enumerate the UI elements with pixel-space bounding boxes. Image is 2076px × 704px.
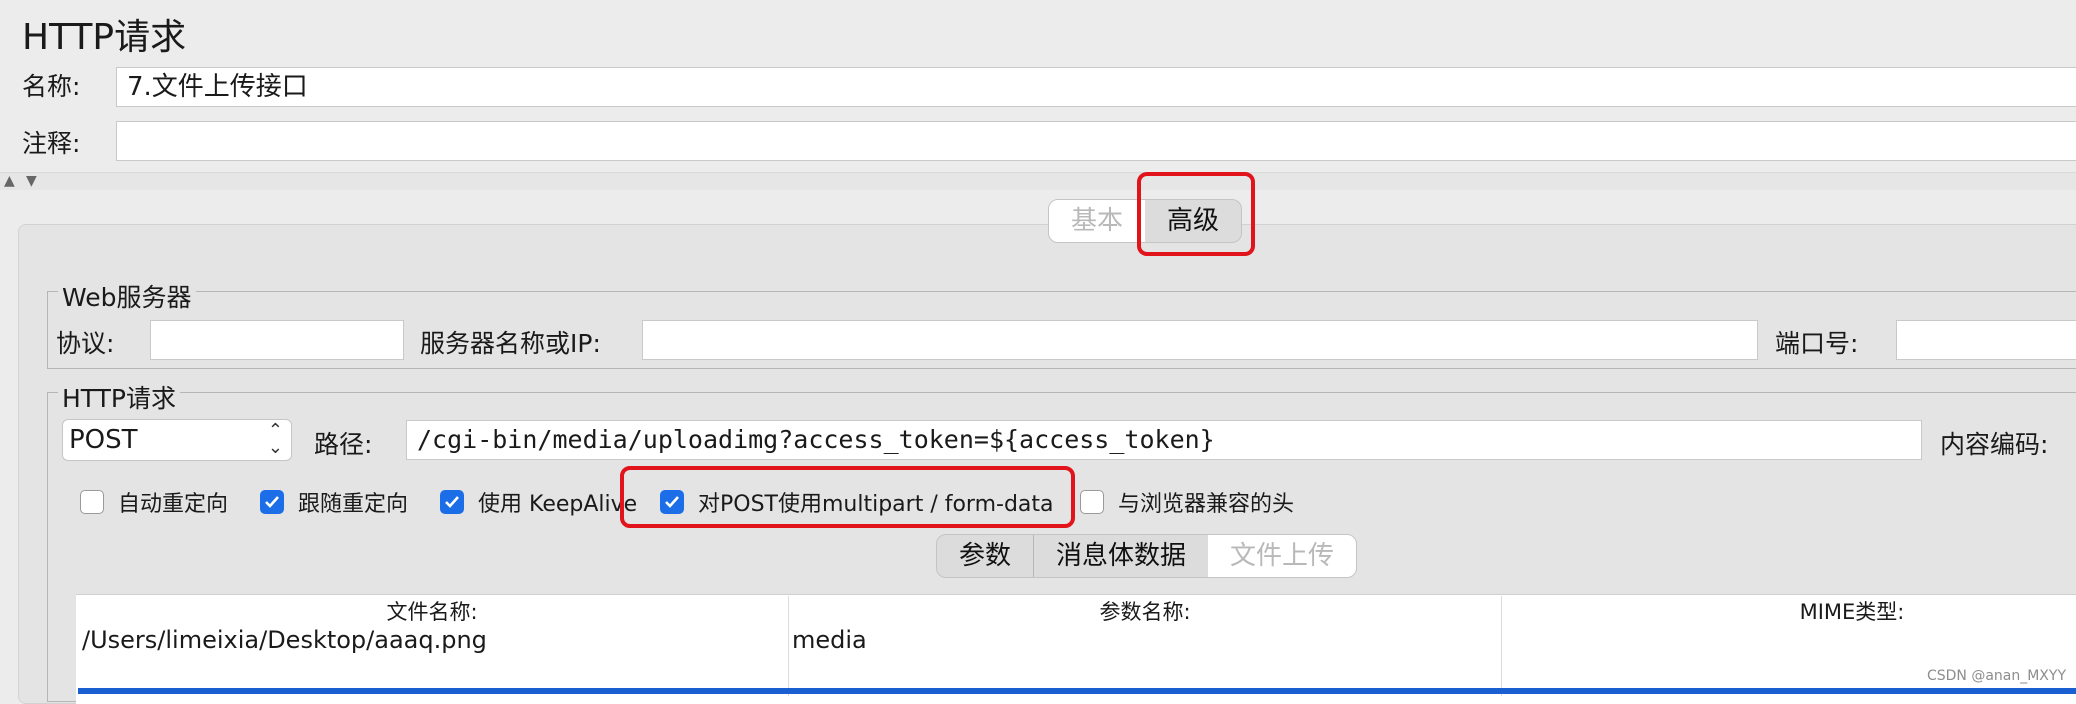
option-label: 使用 KeepAlive — [478, 492, 638, 517]
option-label: 跟随重定向 — [298, 492, 409, 517]
port-field[interactable] — [1896, 320, 2076, 360]
checkbox-icon[interactable] — [80, 490, 104, 514]
option-label: 自动重定向 — [118, 492, 229, 517]
highlight-multipart-option — [620, 466, 1075, 528]
triangle-down-icon[interactable]: ▼ — [26, 173, 37, 189]
path-label: 路径: — [314, 430, 373, 459]
encoding-label: 内容编码: — [1940, 430, 2049, 459]
option-auto-redirect[interactable]: 自动重定向 — [80, 486, 228, 518]
http-request-legend: HTTP请求 — [58, 379, 180, 415]
protocol-field[interactable] — [150, 320, 404, 360]
chevron-updown-icon: ⌃ ⌄ — [267, 420, 283, 458]
method-value: POST — [69, 425, 138, 455]
triangle-up-icon[interactable]: ▲ — [4, 173, 15, 189]
check-icon[interactable] — [260, 490, 284, 514]
tab-body-data[interactable]: 消息体数据 — [1034, 535, 1208, 577]
server-field[interactable] — [642, 320, 1758, 360]
checkbox-icon[interactable] — [1080, 490, 1104, 514]
comment-field[interactable] — [116, 121, 2076, 161]
protocol-label: 协议: — [56, 329, 115, 358]
option-label: 与浏览器兼容的头 — [1118, 492, 1295, 517]
tab-params[interactable]: 参数 — [937, 535, 1035, 577]
method-select[interactable]: POST ⌃ ⌄ — [62, 419, 292, 461]
port-label: 端口号: — [1775, 329, 1859, 358]
table-cell-param-name[interactable]: media — [792, 626, 867, 654]
column-header-filename[interactable]: 文件名称: — [76, 596, 788, 626]
option-follow-redirect[interactable]: 跟随重定向 — [260, 486, 408, 518]
column-header-mime[interactable]: MIME类型: — [1502, 596, 2076, 626]
selected-table-row[interactable] — [78, 688, 2076, 694]
tab-file-upload[interactable]: 文件上传 — [1208, 535, 1357, 577]
watermark: CSDN @anan_MXYY — [1926, 668, 2066, 684]
split-divider[interactable] — [0, 172, 2076, 190]
name-label: 名称: — [22, 72, 81, 101]
highlight-advanced-tab — [1137, 172, 1255, 256]
tab-basic[interactable]: 基本 — [1049, 200, 1146, 242]
check-icon[interactable] — [440, 490, 464, 514]
path-field[interactable]: /cgi-bin/media/uploadimg?access_token=${… — [406, 420, 1922, 460]
body-tabbar: 参数 消息体数据 文件上传 — [936, 534, 1358, 578]
option-browser-headers[interactable]: 与浏览器兼容的头 — [1080, 486, 1294, 518]
page-title: HTTP请求 — [22, 17, 187, 58]
name-field[interactable]: 7.文件上传接口 — [116, 67, 2076, 107]
column-header-param-name[interactable]: 参数名称: — [789, 596, 1501, 626]
option-keepalive[interactable]: 使用 KeepAlive — [440, 486, 637, 518]
comment-label: 注释: — [22, 129, 81, 158]
server-label: 服务器名称或IP: — [420, 329, 601, 358]
table-cell-filename[interactable]: /Users/limeixia/Desktop/aaaq.png — [82, 626, 487, 654]
web-server-legend: Web服务器 — [58, 278, 196, 314]
